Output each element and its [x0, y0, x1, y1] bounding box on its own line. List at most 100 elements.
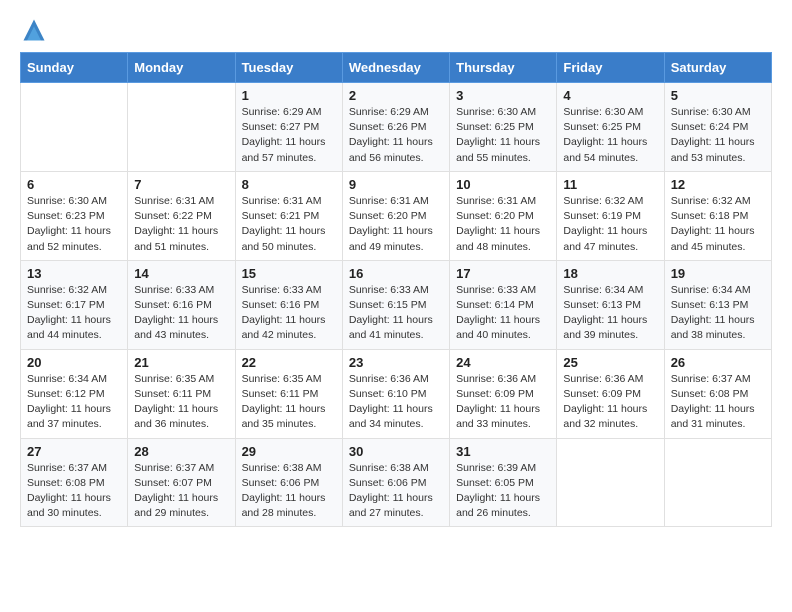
cell-day-number: 7 [134, 177, 228, 192]
cell-detail: Sunrise: 6:33 AMSunset: 6:16 PMDaylight:… [134, 283, 228, 344]
cell-detail: Sunrise: 6:32 AMSunset: 6:19 PMDaylight:… [563, 194, 657, 255]
calendar-cell: 20Sunrise: 6:34 AMSunset: 6:12 PMDayligh… [21, 349, 128, 438]
calendar-body: 1 Sunrise: 6:29 AMSunset: 6:27 PMDaylight… [21, 83, 772, 527]
cell-detail: Sunrise: 6:33 AMSunset: 6:15 PMDaylight:… [349, 283, 443, 344]
calendar-cell: 29Sunrise: 6:38 AMSunset: 6:06 PMDayligh… [235, 438, 342, 527]
cell-day-number: 30 [349, 444, 443, 459]
cell-detail: Sunrise: 6:29 AMSunset: 6:27 PMDaylight:… [242, 105, 336, 166]
cell-detail: Sunrise: 6:39 AMSunset: 6:05 PMDaylight:… [456, 461, 550, 522]
cell-day-number: 31 [456, 444, 550, 459]
calendar-cell: 31 Sunrise: 6:39 AMSunset: 6:05 PMDayligh… [450, 438, 557, 527]
cell-day-number: 14 [134, 266, 228, 281]
cell-day-number: 11 [563, 177, 657, 192]
calendar-cell: 16 Sunrise: 6:33 AMSunset: 6:15 PMDayligh… [342, 260, 449, 349]
cell-day-number: 16 [349, 266, 443, 281]
calendar-cell: 13 Sunrise: 6:32 AMSunset: 6:17 PMDayligh… [21, 260, 128, 349]
header [20, 16, 772, 44]
cell-day-number: 1 [242, 88, 336, 103]
calendar-cell: 1 Sunrise: 6:29 AMSunset: 6:27 PMDaylight… [235, 83, 342, 172]
calendar-cell: 22 Sunrise: 6:35 AMSunset: 6:11 PMDayligh… [235, 349, 342, 438]
cell-detail: Sunrise: 6:37 AMSunset: 6:08 PMDaylight:… [671, 372, 765, 433]
week-row-1: 1 Sunrise: 6:29 AMSunset: 6:27 PMDaylight… [21, 83, 772, 172]
cell-detail: Sunrise: 6:37 AMSunset: 6:08 PMDaylight:… [27, 461, 121, 522]
cell-day-number: 20 [27, 355, 121, 370]
calendar-cell: 11 Sunrise: 6:32 AMSunset: 6:19 PMDayligh… [557, 171, 664, 260]
cell-day-number: 15 [242, 266, 336, 281]
cell-day-number: 22 [242, 355, 336, 370]
day-header-monday: Monday [128, 53, 235, 83]
calendar-cell: 28 Sunrise: 6:37 AMSunset: 6:07 PMDayligh… [128, 438, 235, 527]
logo-icon [20, 16, 48, 44]
cell-detail: Sunrise: 6:32 AMSunset: 6:17 PMDaylight:… [27, 283, 121, 344]
calendar-cell: 27 Sunrise: 6:37 AMSunset: 6:08 PMDayligh… [21, 438, 128, 527]
cell-detail: Sunrise: 6:36 AMSunset: 6:09 PMDaylight:… [563, 372, 657, 433]
cell-day-number: 17 [456, 266, 550, 281]
cell-day-number: 19 [671, 266, 765, 281]
cell-day-number: 18 [563, 266, 657, 281]
cell-day-number: 24 [456, 355, 550, 370]
calendar-cell: 17Sunrise: 6:33 AMSunset: 6:14 PMDayligh… [450, 260, 557, 349]
day-header-saturday: Saturday [664, 53, 771, 83]
cell-day-number: 21 [134, 355, 228, 370]
calendar-cell: 15 Sunrise: 6:33 AMSunset: 6:16 PMDayligh… [235, 260, 342, 349]
cell-detail: Sunrise: 6:30 AMSunset: 6:25 PMDaylight:… [563, 105, 657, 166]
day-header-wednesday: Wednesday [342, 53, 449, 83]
calendar-cell [557, 438, 664, 527]
cell-detail: Sunrise: 6:31 AMSunset: 6:22 PMDaylight:… [134, 194, 228, 255]
calendar-cell: 4Sunrise: 6:30 AMSunset: 6:25 PMDaylight… [557, 83, 664, 172]
calendar-table: SundayMondayTuesdayWednesdayThursdayFrid… [20, 52, 772, 527]
calendar-cell: 23 Sunrise: 6:36 AMSunset: 6:10 PMDayligh… [342, 349, 449, 438]
cell-detail: Sunrise: 6:37 AMSunset: 6:07 PMDaylight:… [134, 461, 228, 522]
logo-area [20, 16, 52, 44]
calendar-cell [664, 438, 771, 527]
calendar-cell [128, 83, 235, 172]
cell-detail: Sunrise: 6:36 AMSunset: 6:10 PMDaylight:… [349, 372, 443, 433]
calendar-cell: 30Sunrise: 6:38 AMSunset: 6:06 PMDayligh… [342, 438, 449, 527]
calendar-cell: 18 Sunrise: 6:34 AMSunset: 6:13 PMDayligh… [557, 260, 664, 349]
calendar-cell: 10 Sunrise: 6:31 AMSunset: 6:20 PMDayligh… [450, 171, 557, 260]
cell-detail: Sunrise: 6:29 AMSunset: 6:26 PMDaylight:… [349, 105, 443, 166]
day-header-row: SundayMondayTuesdayWednesdayThursdayFrid… [21, 53, 772, 83]
week-row-5: 27 Sunrise: 6:37 AMSunset: 6:08 PMDayligh… [21, 438, 772, 527]
cell-day-number: 26 [671, 355, 765, 370]
cell-detail: Sunrise: 6:31 AMSunset: 6:20 PMDaylight:… [349, 194, 443, 255]
week-row-3: 13 Sunrise: 6:32 AMSunset: 6:17 PMDayligh… [21, 260, 772, 349]
week-row-2: 6Sunrise: 6:30 AMSunset: 6:23 PMDaylight… [21, 171, 772, 260]
cell-day-number: 28 [134, 444, 228, 459]
cell-detail: Sunrise: 6:35 AMSunset: 6:11 PMDaylight:… [242, 372, 336, 433]
calendar-cell [21, 83, 128, 172]
calendar-cell: 3Sunrise: 6:30 AMSunset: 6:25 PMDaylight… [450, 83, 557, 172]
cell-day-number: 5 [671, 88, 765, 103]
cell-day-number: 29 [242, 444, 336, 459]
calendar-cell: 24Sunrise: 6:36 AMSunset: 6:09 PMDayligh… [450, 349, 557, 438]
cell-day-number: 27 [27, 444, 121, 459]
calendar-cell: 21Sunrise: 6:35 AMSunset: 6:11 PMDayligh… [128, 349, 235, 438]
calendar-cell: 8Sunrise: 6:31 AMSunset: 6:21 PMDaylight… [235, 171, 342, 260]
cell-detail: Sunrise: 6:34 AMSunset: 6:13 PMDaylight:… [671, 283, 765, 344]
cell-day-number: 10 [456, 177, 550, 192]
cell-day-number: 3 [456, 88, 550, 103]
cell-day-number: 12 [671, 177, 765, 192]
cell-detail: Sunrise: 6:33 AMSunset: 6:16 PMDaylight:… [242, 283, 336, 344]
cell-detail: Sunrise: 6:34 AMSunset: 6:13 PMDaylight:… [563, 283, 657, 344]
calendar-cell: 12Sunrise: 6:32 AMSunset: 6:18 PMDayligh… [664, 171, 771, 260]
cell-day-number: 13 [27, 266, 121, 281]
cell-detail: Sunrise: 6:31 AMSunset: 6:20 PMDaylight:… [456, 194, 550, 255]
calendar-cell: 26 Sunrise: 6:37 AMSunset: 6:08 PMDayligh… [664, 349, 771, 438]
calendar-cell: 25 Sunrise: 6:36 AMSunset: 6:09 PMDayligh… [557, 349, 664, 438]
page: SundayMondayTuesdayWednesdayThursdayFrid… [0, 0, 792, 543]
calendar-cell: 5 Sunrise: 6:30 AMSunset: 6:24 PMDaylight… [664, 83, 771, 172]
cell-day-number: 23 [349, 355, 443, 370]
cell-day-number: 2 [349, 88, 443, 103]
calendar-cell: 2 Sunrise: 6:29 AMSunset: 6:26 PMDaylight… [342, 83, 449, 172]
day-header-thursday: Thursday [450, 53, 557, 83]
calendar-cell: 14 Sunrise: 6:33 AMSunset: 6:16 PMDayligh… [128, 260, 235, 349]
cell-day-number: 25 [563, 355, 657, 370]
calendar-header: SundayMondayTuesdayWednesdayThursdayFrid… [21, 53, 772, 83]
calendar-cell: 19 Sunrise: 6:34 AMSunset: 6:13 PMDayligh… [664, 260, 771, 349]
cell-detail: Sunrise: 6:30 AMSunset: 6:23 PMDaylight:… [27, 194, 121, 255]
cell-detail: Sunrise: 6:30 AMSunset: 6:24 PMDaylight:… [671, 105, 765, 166]
day-header-sunday: Sunday [21, 53, 128, 83]
day-header-tuesday: Tuesday [235, 53, 342, 83]
calendar-cell: 6Sunrise: 6:30 AMSunset: 6:23 PMDaylight… [21, 171, 128, 260]
